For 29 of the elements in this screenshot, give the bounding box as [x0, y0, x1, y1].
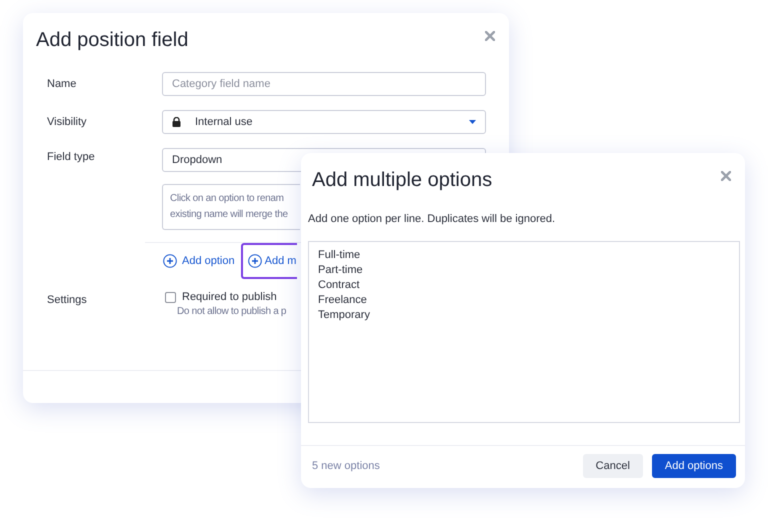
visibility-select[interactable]: Internal use: [162, 110, 486, 134]
option-line: Temporary: [318, 308, 371, 323]
options-field[interactable]: Full-time Part-time Contract Freelance Temporary: [308, 241, 740, 423]
plus-circle-icon: [163, 254, 177, 268]
plus-circle-icon: [248, 254, 262, 268]
option-line: Contract: [318, 278, 361, 293]
field-label: Name: [47, 78, 78, 90]
name-field[interactable]: Category field name: [162, 72, 486, 96]
field-label: Visibility: [47, 116, 88, 128]
option-line: Freelance: [318, 293, 368, 308]
dialog-title: Add position field: [36, 29, 188, 52]
option-line: Part-time: [318, 263, 364, 278]
option-count: 5 new options: [312, 460, 380, 472]
add-option-button[interactable]: Add m: [240, 243, 297, 279]
checkbox[interactable]: [165, 292, 176, 302]
lock-icon: [172, 117, 181, 127]
field-label: Field type: [47, 151, 96, 163]
field-label: Settings: [47, 294, 88, 306]
setting-note: Do not allow to publish a p: [176, 306, 286, 317]
close-icon[interactable]: [485, 31, 495, 41]
cancel-button[interactable]: Cancel: [582, 454, 643, 478]
hint-text: Click on an option to renam existing name will merge the: [162, 184, 300, 230]
dialog-title: Add multiple options: [312, 169, 492, 192]
option-line: Full-time: [318, 248, 362, 263]
checkbox-label: Required to publish: [182, 291, 277, 303]
caret-icon: [469, 120, 476, 124]
instruction-text: Add one option per line. Duplicates will be ignored.: [307, 212, 556, 225]
close-icon[interactable]: [721, 171, 731, 181]
add-options-button[interactable]: Add options: [652, 454, 736, 478]
